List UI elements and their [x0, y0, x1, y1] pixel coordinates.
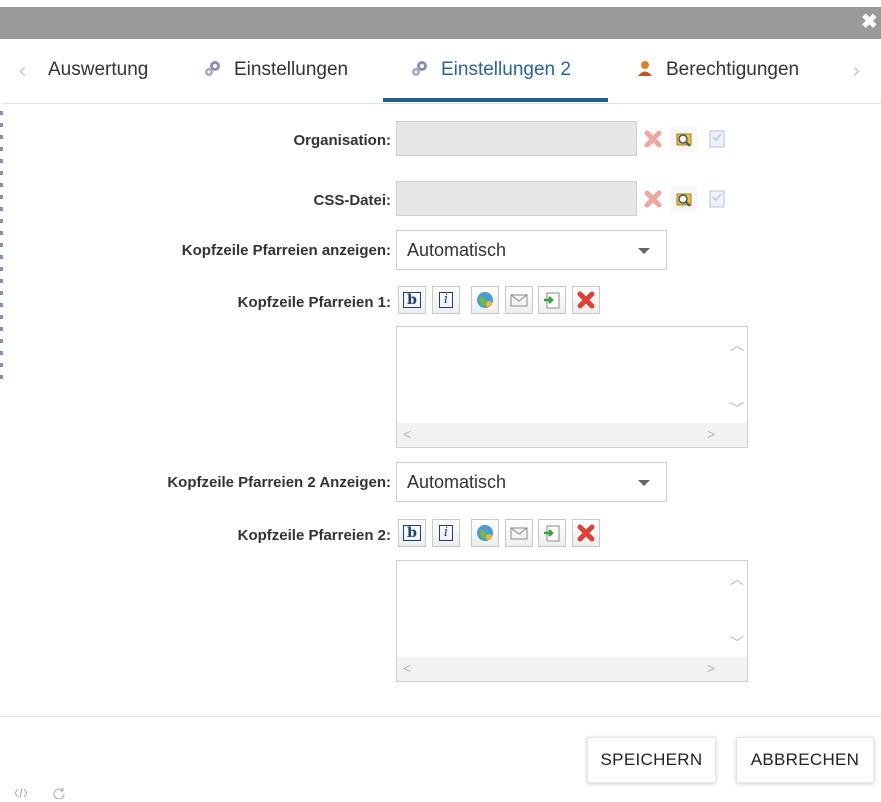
import-button[interactable]: [538, 286, 566, 314]
chevron-down-icon: [638, 480, 650, 486]
clear-content-button[interactable]: [572, 519, 600, 547]
import-icon: [544, 525, 560, 542]
bold-icon: b: [403, 292, 421, 308]
envelope-icon: [510, 527, 528, 540]
kopfzeile-anzeigen-2-select[interactable]: Automatisch: [396, 462, 667, 502]
document-icon: [709, 130, 725, 148]
italic-button[interactable]: i: [432, 286, 460, 314]
italic-icon: i: [438, 525, 454, 541]
horizontal-scrollbar[interactable]: < >: [397, 657, 747, 681]
chevron-down-icon[interactable]: ﹀: [730, 633, 744, 653]
select-value: Automatisch: [407, 240, 507, 260]
chevron-up-icon[interactable]: ︿: [730, 335, 744, 355]
import-button[interactable]: [538, 519, 566, 547]
kopfzeile-1-textarea[interactable]: ︿ ﹀ < >: [396, 326, 748, 448]
kopfzeile-anzeigen-2-label: Kopfzeile Pfarreien 2 Anzeigen:: [167, 474, 391, 491]
background-edge: [0, 103, 3, 383]
bold-button[interactable]: b: [398, 519, 426, 547]
delete-icon: [577, 291, 595, 309]
tab-einstellungen-2[interactable]: Einstellungen 2: [411, 59, 571, 87]
clear-organisation-button[interactable]: [640, 126, 666, 152]
select-value: Automatisch: [407, 472, 507, 492]
vertical-scrollbar[interactable]: ︿ ﹀: [723, 327, 747, 423]
bold-button[interactable]: b: [398, 286, 426, 314]
gears-icon: [204, 59, 222, 77]
dialog-footer: SPEICHERN ABBRECHEN: [0, 716, 881, 801]
browse-organisation-button[interactable]: [671, 126, 697, 152]
close-icon[interactable]: ✖: [861, 12, 878, 32]
kopfzeile-anzeigen-1-label: Kopfzeile Pfarreien anzeigen:: [181, 242, 391, 259]
tab-label: Einstellungen 2: [441, 59, 571, 80]
kopfzeile-2-label: Kopfzeile Pfarreien 2:: [237, 527, 391, 544]
kopfzeile-1-label: Kopfzeile Pfarreien 1:: [237, 294, 391, 311]
browse-css-datei-button[interactable]: [671, 186, 697, 212]
italic-icon: i: [438, 292, 454, 308]
insert-link-button[interactable]: [471, 286, 499, 314]
clear-content-button[interactable]: [572, 286, 600, 314]
tab-scroll-right-icon[interactable]: ›: [852, 61, 861, 83]
delete-icon: [644, 130, 662, 148]
chevron-left-icon[interactable]: <: [403, 660, 411, 676]
bold-icon: b: [403, 525, 421, 541]
organisation-label: Organisation:: [293, 132, 391, 149]
kopfzeile-anzeigen-1-select[interactable]: Automatisch: [396, 230, 667, 270]
insert-link-button[interactable]: [471, 519, 499, 547]
tab-einstellungen[interactable]: Einstellungen: [204, 59, 348, 87]
organisation-field: [396, 121, 637, 156]
lookup-icon: [676, 133, 692, 147]
title-bar: ✖: [0, 7, 881, 39]
gears-icon: [411, 59, 429, 77]
tab-label: Einstellungen: [234, 59, 349, 80]
chevron-down-icon[interactable]: ﹀: [730, 399, 744, 419]
tab-label: Berechtigungen: [666, 59, 800, 80]
tab-label: Auswertung: [48, 59, 149, 80]
chevron-down-icon: [638, 248, 650, 254]
tab-scroll-left-icon[interactable]: ‹: [18, 61, 27, 83]
globe-icon: [477, 525, 493, 541]
chevron-right-icon[interactable]: >: [707, 426, 715, 442]
details-organisation-button[interactable]: [704, 126, 730, 152]
delete-icon: [577, 524, 595, 542]
italic-button[interactable]: i: [432, 519, 460, 547]
details-css-datei-button[interactable]: [704, 186, 730, 212]
chevron-left-icon[interactable]: <: [403, 426, 411, 442]
horizontal-scrollbar[interactable]: < >: [397, 423, 747, 447]
user-icon: [636, 59, 654, 77]
tab-berechtigungen[interactable]: Berechtigungen: [636, 59, 799, 87]
active-tab-indicator: [383, 98, 608, 102]
insert-email-button[interactable]: [505, 519, 533, 547]
vertical-scrollbar[interactable]: ︿ ﹀: [723, 561, 747, 657]
chevron-up-icon[interactable]: ︿: [730, 569, 744, 589]
import-icon: [544, 292, 560, 309]
cancel-button[interactable]: ABBRECHEN: [736, 737, 874, 783]
insert-email-button[interactable]: [505, 286, 533, 314]
envelope-icon: [510, 294, 528, 307]
delete-icon: [644, 190, 662, 208]
globe-icon: [477, 292, 493, 308]
kopfzeile-2-textarea[interactable]: ︿ ﹀ < >: [396, 560, 748, 682]
chevron-right-icon[interactable]: >: [707, 660, 715, 676]
document-icon: [709, 190, 725, 208]
css-datei-label: CSS-Datei:: [313, 192, 391, 209]
save-button[interactable]: SPEICHERN: [587, 737, 716, 783]
lookup-icon: [676, 193, 692, 207]
tab-bar: ‹ Auswertung Einstellungen Einstellungen…: [0, 39, 881, 104]
tab-auswertung[interactable]: Auswertung: [48, 59, 148, 87]
css-datei-field: [396, 181, 637, 216]
clear-css-datei-button[interactable]: [640, 186, 666, 212]
